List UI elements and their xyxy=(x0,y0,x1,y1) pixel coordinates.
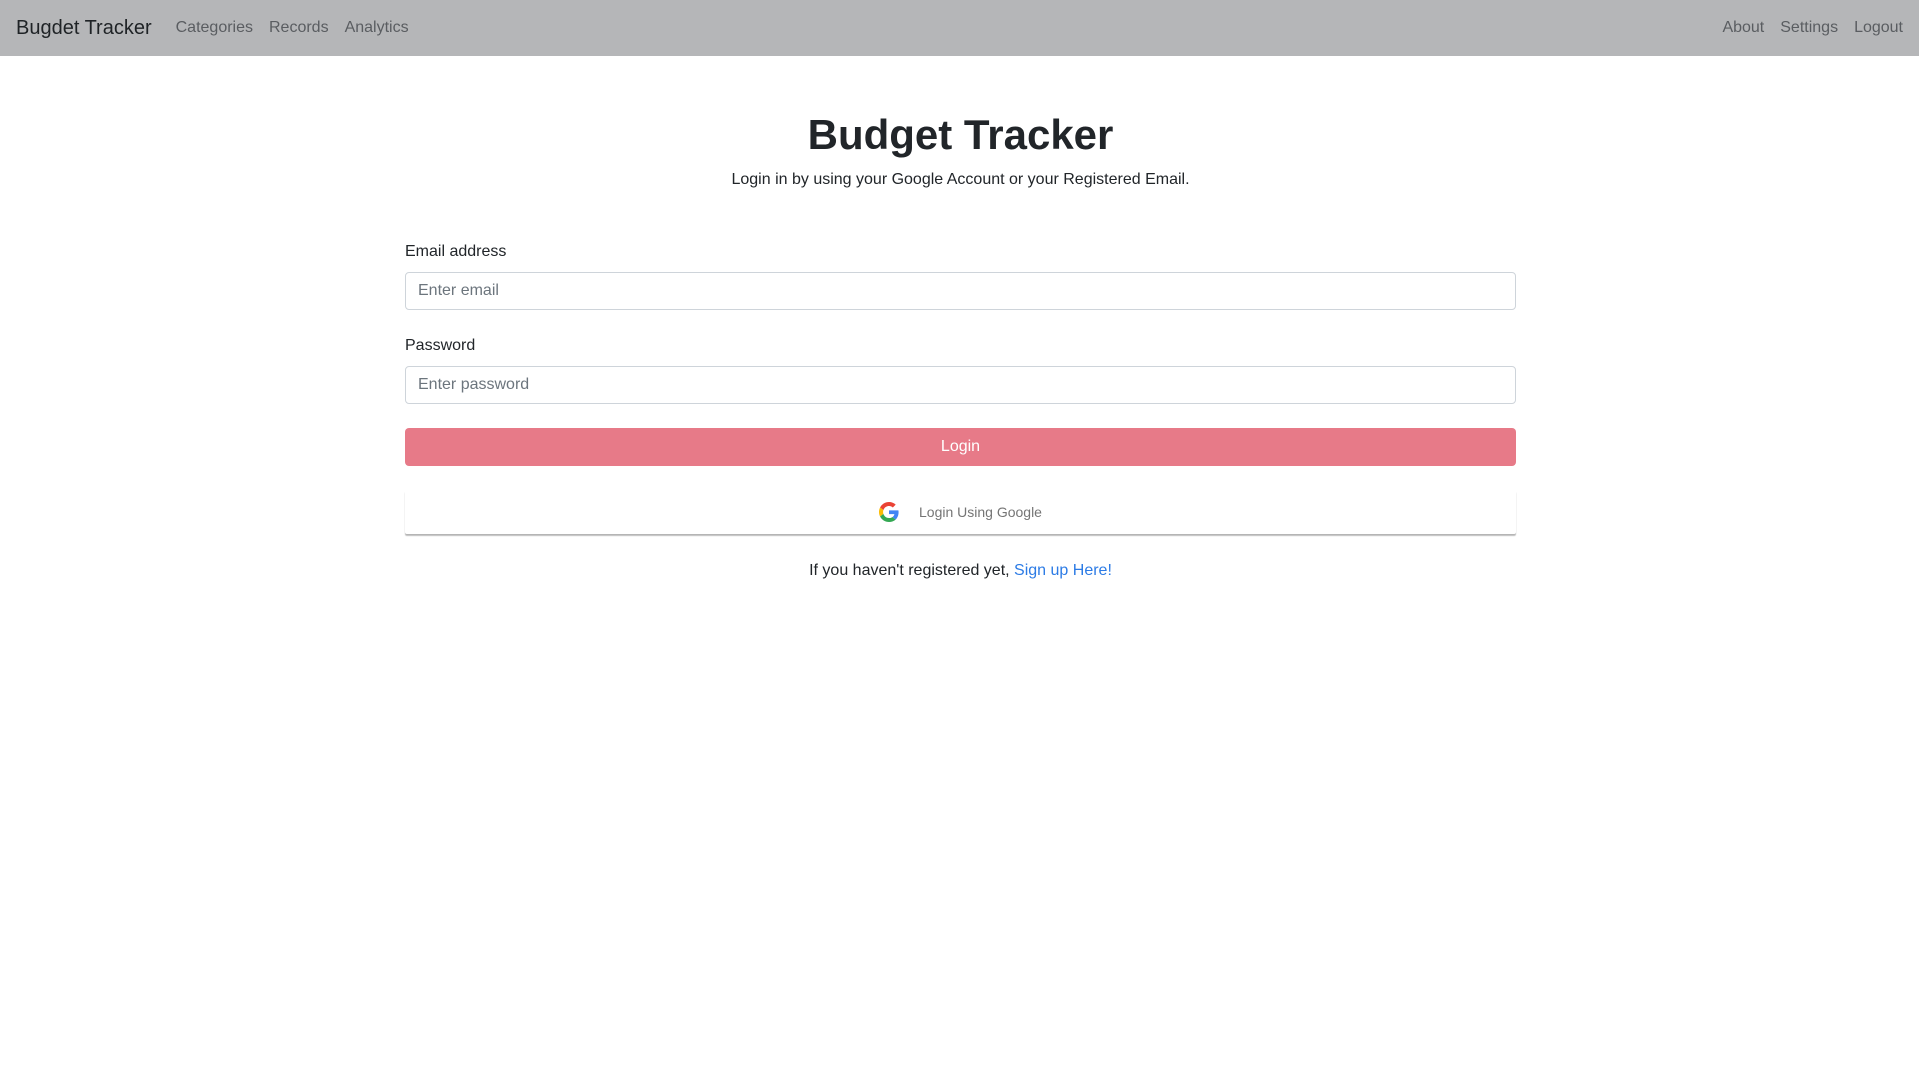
page-subtitle: Login in by using your Google Account or… xyxy=(731,171,1190,188)
top-navbar: Bugdet Tracker Categories Records Analyt… xyxy=(0,0,1919,56)
google-login-label: Login Using Google xyxy=(919,504,1042,520)
nav-right-group: About Settings Logout xyxy=(1706,19,1903,37)
password-input[interactable] xyxy=(405,366,1516,404)
signup-prefix: If you haven't registered yet, xyxy=(809,562,1015,579)
login-form: Email address Password Login xyxy=(405,240,1516,466)
nav-left-group: Categories Records Analytics xyxy=(176,19,425,37)
password-label: Password xyxy=(405,337,476,354)
email-group: Email address xyxy=(405,240,1516,310)
login-button[interactable]: Login xyxy=(405,428,1516,466)
signup-link[interactable]: Sign up Here! xyxy=(1014,562,1112,579)
signup-line: If you haven't registered yet, Sign up H… xyxy=(405,559,1516,583)
email-label: Email address xyxy=(405,243,507,260)
email-input[interactable] xyxy=(405,272,1516,310)
nav-link-categories[interactable]: Categories xyxy=(176,19,253,37)
nav-link-settings[interactable]: Settings xyxy=(1780,19,1838,37)
nav-link-logout[interactable]: Logout xyxy=(1854,19,1903,37)
login-container: Budget Tracker Login in by using your Go… xyxy=(405,56,1516,599)
navbar-brand[interactable]: Bugdet Tracker xyxy=(16,17,152,40)
nav-link-records[interactable]: Records xyxy=(269,19,329,37)
google-login-button[interactable]: Login Using Google xyxy=(405,490,1516,534)
page-title: Budget Tracker xyxy=(807,111,1114,158)
google-g-icon xyxy=(879,502,899,522)
password-group: Password xyxy=(405,334,1516,404)
nav-link-about[interactable]: About xyxy=(1722,19,1764,37)
nav-link-analytics[interactable]: Analytics xyxy=(345,19,409,37)
